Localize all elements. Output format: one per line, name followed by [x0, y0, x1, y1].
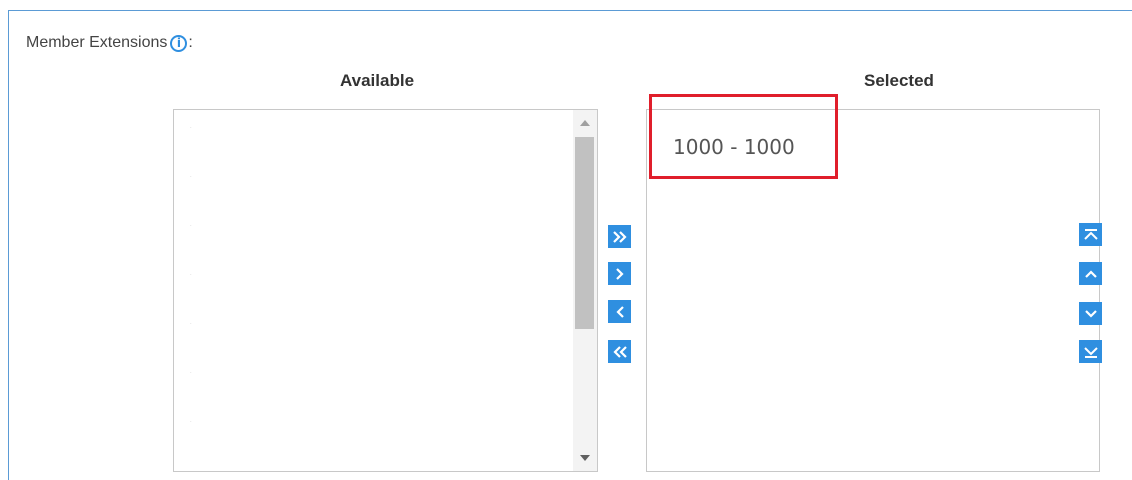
- scroll-up-arrow-icon[interactable]: [580, 120, 590, 126]
- available-header: Available: [340, 71, 415, 90]
- list-item[interactable]: .: [190, 173, 192, 222]
- remove-button[interactable]: [608, 300, 631, 323]
- info-icon[interactable]: i: [170, 34, 188, 52]
- add-all-button[interactable]: [608, 225, 631, 248]
- available-items: . . . . . . .: [190, 124, 192, 467]
- available-scrollbar[interactable]: [573, 110, 597, 471]
- chevron-left-icon: [615, 305, 624, 318]
- move-down-button[interactable]: [1079, 302, 1102, 325]
- highlight-box: [649, 94, 838, 179]
- selected-header: Selected: [864, 71, 934, 90]
- scroll-down-arrow-icon[interactable]: [580, 455, 590, 461]
- chevron-up-icon: [1084, 269, 1097, 278]
- move-to-bottom-icon: [1083, 346, 1098, 358]
- list-item[interactable]: .: [190, 320, 192, 369]
- remove-all-button[interactable]: [608, 340, 631, 363]
- list-item[interactable]: .: [190, 369, 192, 418]
- move-top-button[interactable]: [1079, 223, 1102, 246]
- member-extensions-label: Member Extensions: [26, 34, 168, 51]
- list-item[interactable]: .: [190, 271, 192, 320]
- list-item[interactable]: .: [190, 222, 192, 271]
- double-chevron-left-icon: [612, 345, 627, 358]
- member-extensions-label-row: Member Extensions i :: [26, 34, 193, 52]
- label-colon: :: [188, 34, 193, 51]
- list-item[interactable]: .: [190, 418, 192, 467]
- move-up-button[interactable]: [1079, 262, 1102, 285]
- chevron-right-icon: [615, 267, 624, 280]
- move-to-top-icon: [1083, 228, 1098, 240]
- scrollbar-thumb[interactable]: [575, 137, 594, 329]
- available-list[interactable]: . . . . . . .: [173, 109, 598, 472]
- add-button[interactable]: [608, 262, 631, 285]
- move-bottom-button[interactable]: [1079, 340, 1102, 363]
- double-chevron-right-icon: [612, 230, 627, 243]
- chevron-down-icon: [1084, 309, 1097, 318]
- list-item[interactable]: .: [190, 124, 192, 173]
